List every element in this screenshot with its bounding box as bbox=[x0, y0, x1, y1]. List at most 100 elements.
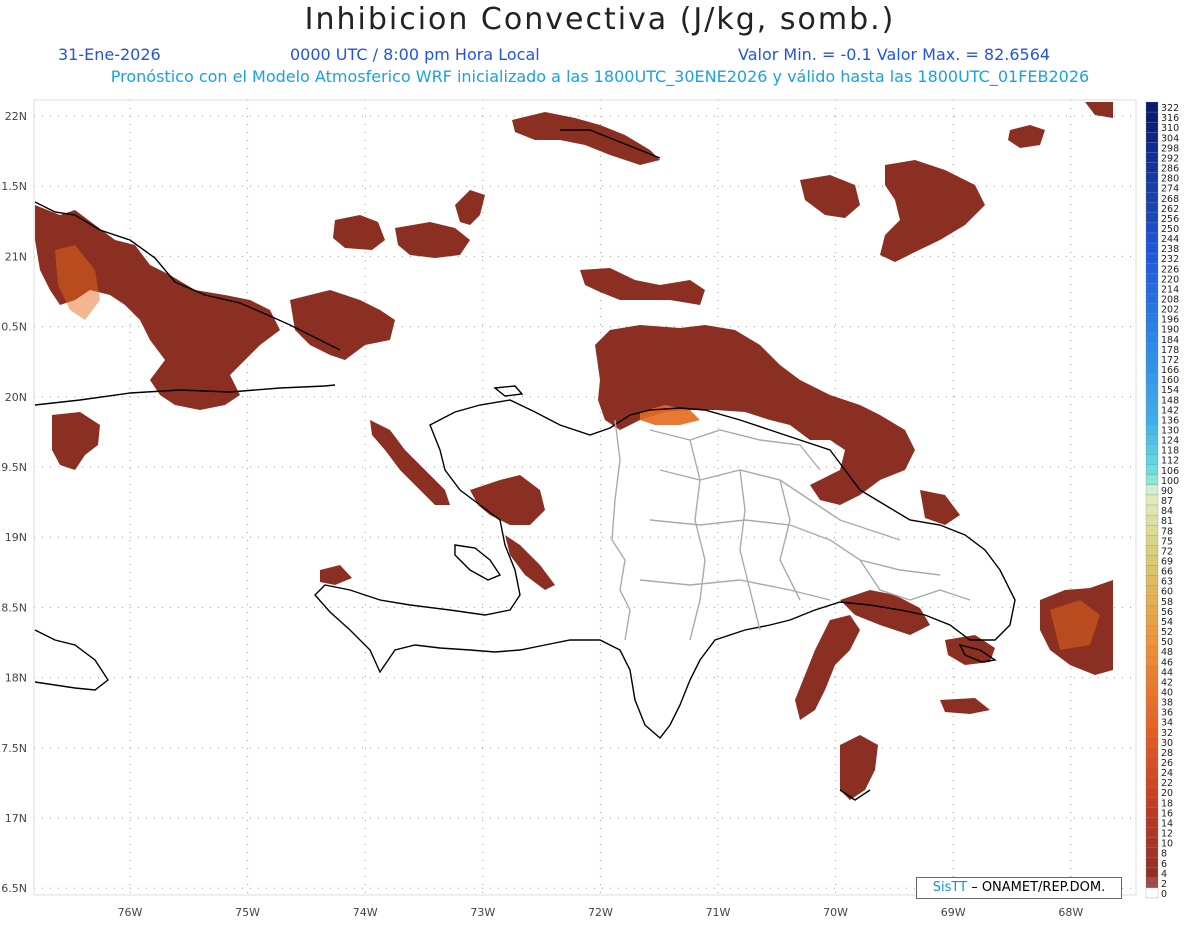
colorbar-cell bbox=[1145, 746, 1159, 758]
colorbar-cell bbox=[1145, 807, 1159, 818]
colorbar-cell bbox=[1145, 484, 1159, 496]
lat-label: 18N bbox=[5, 672, 27, 685]
lat-label: 16.5N bbox=[0, 882, 27, 895]
colorbar-label: 0 bbox=[1161, 889, 1167, 900]
colorbar-cell bbox=[1145, 625, 1159, 637]
colorbar-cell bbox=[1145, 474, 1159, 486]
colorbar-cell bbox=[1145, 152, 1159, 163]
colorbar-cell bbox=[1145, 192, 1159, 203]
colorbar-cell bbox=[1145, 867, 1159, 878]
colorbar: 3223163103042982922862802742682622562502… bbox=[1145, 101, 1179, 900]
colorbar-cell bbox=[1145, 162, 1159, 173]
colorbar-cell bbox=[1145, 706, 1159, 717]
colorbar-cell bbox=[1145, 827, 1159, 838]
colorbar-cell bbox=[1145, 283, 1159, 294]
lat-label: 20.5N bbox=[0, 321, 27, 334]
colorbar-cell bbox=[1145, 615, 1159, 627]
lat-label: 21.5N bbox=[0, 180, 27, 193]
lat-label: 21N bbox=[5, 250, 27, 263]
colorbar-cell bbox=[1145, 293, 1159, 304]
lat-label: 17.5N bbox=[0, 742, 27, 755]
colorbar-cell bbox=[1145, 122, 1159, 133]
colorbar-cell bbox=[1145, 635, 1159, 647]
lon-label: 74W bbox=[353, 906, 378, 919]
colorbar-cell bbox=[1145, 303, 1159, 314]
colorbar-cell bbox=[1145, 132, 1159, 143]
colorbar-cell bbox=[1145, 232, 1159, 244]
lon-label: 76W bbox=[118, 906, 143, 919]
lon-label: 71W bbox=[706, 906, 731, 919]
colorbar-cell bbox=[1145, 404, 1159, 415]
colorbar-cell bbox=[1145, 595, 1159, 606]
colorbar-cell bbox=[1145, 666, 1159, 677]
colorbar-cell bbox=[1145, 686, 1159, 697]
colorbar-cell bbox=[1145, 414, 1159, 425]
lon-label: 75W bbox=[235, 906, 260, 919]
colorbar-cell bbox=[1145, 252, 1159, 264]
colorbar-cell bbox=[1145, 343, 1159, 355]
colorbar-cell bbox=[1145, 887, 1159, 899]
colorbar-cell bbox=[1145, 535, 1159, 546]
colorbar-cell bbox=[1145, 575, 1159, 586]
colorbar-cell bbox=[1145, 182, 1159, 193]
colorbar-cell bbox=[1145, 545, 1159, 556]
colorbar-cell bbox=[1145, 555, 1159, 566]
colorbar-cell bbox=[1145, 273, 1159, 284]
colorbar-cell bbox=[1145, 696, 1159, 707]
lat-label: 19.5N bbox=[0, 461, 27, 474]
colorbar-cell bbox=[1145, 333, 1159, 344]
map-plot: 22N 21.5N 21N 20.5N 20N 19.5N 19N 18.5N 18N 17.5N… bbox=[0, 99, 1137, 919]
colorbar-cell bbox=[1145, 263, 1159, 274]
colorbar-cell bbox=[1145, 645, 1159, 657]
colorbar-cell bbox=[1145, 726, 1159, 737]
colorbar-cell bbox=[1145, 323, 1159, 334]
colorbar-cell bbox=[1145, 585, 1159, 596]
colorbar-cell bbox=[1145, 464, 1159, 475]
colorbar-cell bbox=[1145, 766, 1159, 778]
colorbar-cell bbox=[1145, 212, 1159, 224]
colorbar-cell bbox=[1145, 424, 1159, 435]
colorbar-cell bbox=[1145, 172, 1159, 183]
colorbar-cell bbox=[1145, 817, 1159, 828]
lon-label: 72W bbox=[588, 906, 613, 919]
colorbar-cell bbox=[1145, 444, 1159, 455]
colorbar-cell bbox=[1145, 101, 1159, 113]
colorbar-cell bbox=[1145, 776, 1159, 788]
colorbar-cell bbox=[1145, 454, 1159, 465]
colorbar-cell bbox=[1145, 877, 1159, 889]
lat-label: 20N bbox=[5, 391, 27, 404]
colorbar-cell bbox=[1145, 222, 1159, 234]
lat-label: 17N bbox=[5, 812, 27, 825]
colorbar-cell bbox=[1145, 394, 1159, 405]
colorbar-cell bbox=[1145, 736, 1159, 748]
colorbar-cell bbox=[1145, 373, 1159, 385]
lon-label: 73W bbox=[470, 906, 495, 919]
colorbar-cell bbox=[1145, 202, 1159, 213]
colorbar-cell bbox=[1145, 787, 1159, 798]
lat-label: 22N bbox=[5, 110, 27, 123]
sistt-brand: SisTT bbox=[932, 880, 968, 895]
colorbar-cell bbox=[1145, 676, 1159, 687]
colorbar-cell bbox=[1145, 756, 1159, 768]
colorbar-cell bbox=[1145, 353, 1159, 365]
credit-box: SisTT – ONAMET/REP.DOM. bbox=[916, 877, 1122, 899]
colorbar-cell bbox=[1145, 837, 1159, 848]
colorbar-cell bbox=[1145, 383, 1159, 395]
colorbar-cell bbox=[1145, 605, 1159, 617]
colorbar-cell bbox=[1145, 142, 1159, 153]
colorbar-cell bbox=[1145, 504, 1159, 516]
colorbar-cell bbox=[1145, 363, 1159, 375]
colorbar-cell bbox=[1145, 111, 1159, 123]
colorbar-cell bbox=[1145, 565, 1159, 576]
colorbar-cell bbox=[1145, 514, 1159, 526]
lat-label: 18.5N bbox=[0, 601, 27, 614]
colorbar-cell bbox=[1145, 847, 1159, 858]
colorbar-cell bbox=[1145, 525, 1159, 536]
colorbar-cell bbox=[1145, 242, 1159, 254]
colorbar-cell bbox=[1145, 716, 1159, 727]
lat-label: 19N bbox=[5, 531, 27, 544]
colorbar-cell bbox=[1145, 434, 1159, 445]
colorbar-cell bbox=[1145, 797, 1159, 808]
colorbar-cell bbox=[1145, 656, 1159, 667]
colorbar-cell bbox=[1145, 494, 1159, 506]
